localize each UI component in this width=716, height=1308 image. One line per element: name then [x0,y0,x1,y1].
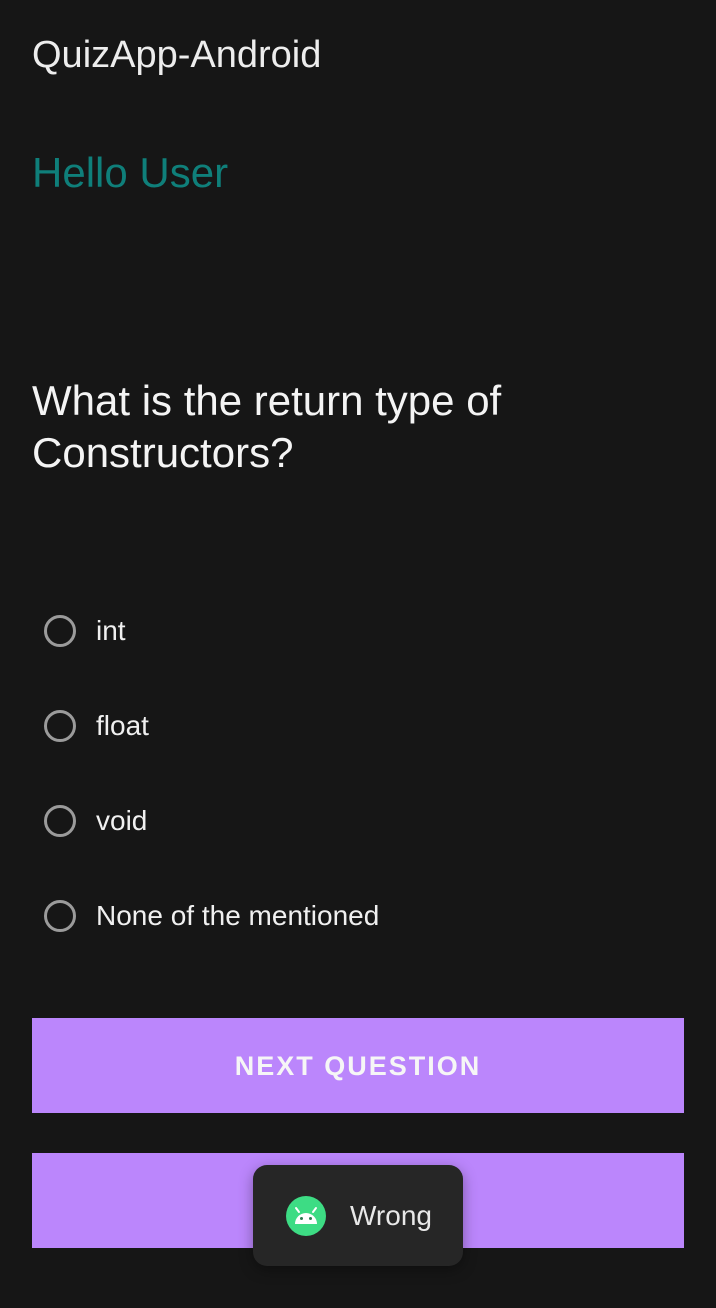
android-icon [286,1195,326,1236]
answer-options: int float void None of the mentioned [44,608,684,988]
next-question-button[interactable]: NEXT QUESTION [32,1018,684,1113]
option-label: float [96,710,149,741]
toast-text: Wrong [350,1199,432,1231]
option-label: void [96,805,148,836]
radio-button-icon[interactable] [44,900,76,932]
radio-button-icon[interactable] [44,805,76,837]
question-text: What is the return type of Constructors? [32,377,502,476]
quiz-screen: QuizApp-Android Hello User What is the r… [0,0,716,1308]
greeting-text: Hello User [32,149,229,196]
option-void[interactable]: void [44,798,684,844]
option-float[interactable]: float [44,703,684,749]
option-none-of-the-mentioned[interactable]: None of the mentioned [44,893,684,939]
option-int[interactable]: int [44,608,684,654]
radio-button-icon[interactable] [44,615,76,647]
app-title: QuizApp-Android [32,34,322,76]
option-label: None of the mentioned [96,900,380,931]
toast-message: Wrong [253,1165,463,1266]
option-label: int [96,615,126,646]
radio-button-icon[interactable] [44,710,76,742]
